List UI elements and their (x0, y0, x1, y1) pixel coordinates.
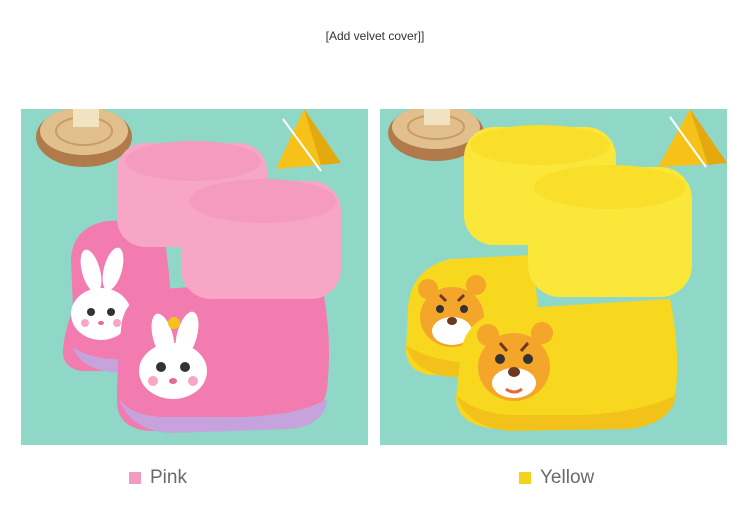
yellow-swatch (519, 472, 531, 484)
color-option-label: Yellow (540, 467, 595, 488)
velvet-cover-caption: [Add velvet cover]] (325, 29, 425, 43)
color-option-yellow: Yellow (519, 466, 594, 490)
color-option-label: Pink (150, 467, 187, 488)
color-option-pink: Pink (129, 466, 187, 490)
yellow-boots-photo (380, 109, 727, 445)
pink-swatch (129, 472, 141, 484)
pink-boots-photo (21, 109, 368, 445)
wood-slice-prop (36, 109, 132, 167)
